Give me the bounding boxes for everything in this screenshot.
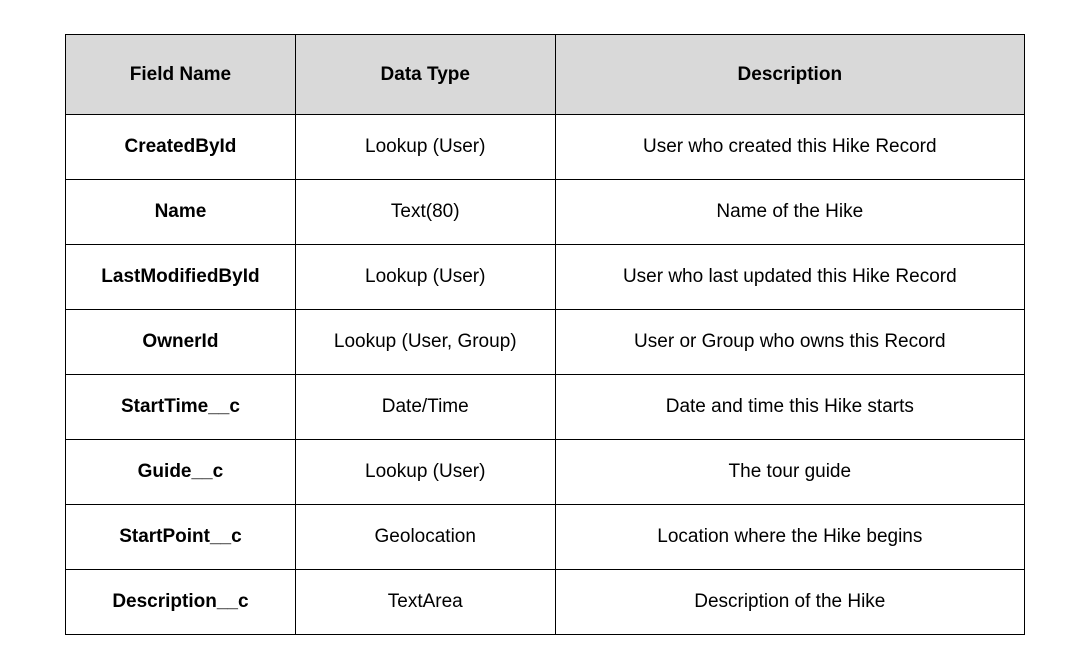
- col-header-data-type: Data Type: [295, 35, 555, 115]
- cell-description: Location where the Hike begins: [555, 505, 1024, 570]
- cell-description: User or Group who owns this Record: [555, 310, 1024, 375]
- cell-data-type: Date/Time: [295, 375, 555, 440]
- cell-data-type: Text(80): [295, 180, 555, 245]
- table-row: Description__c TextArea Description of t…: [66, 570, 1025, 635]
- cell-data-type: Lookup (User): [295, 245, 555, 310]
- cell-field-name: Description__c: [66, 570, 296, 635]
- table-row: StartTime__c Date/Time Date and time thi…: [66, 375, 1025, 440]
- col-header-description: Description: [555, 35, 1024, 115]
- table-header-row: Field Name Data Type Description: [66, 35, 1025, 115]
- cell-description: User who last updated this Hike Record: [555, 245, 1024, 310]
- cell-description: The tour guide: [555, 440, 1024, 505]
- table-row: LastModifiedById Lookup (User) User who …: [66, 245, 1025, 310]
- cell-data-type: Geolocation: [295, 505, 555, 570]
- cell-field-name: Name: [66, 180, 296, 245]
- cell-data-type: Lookup (User): [295, 440, 555, 505]
- cell-description: Date and time this Hike starts: [555, 375, 1024, 440]
- fields-table: Field Name Data Type Description Created…: [65, 34, 1025, 635]
- cell-field-name: LastModifiedById: [66, 245, 296, 310]
- cell-data-type: Lookup (User): [295, 115, 555, 180]
- table-header: Field Name Data Type Description: [66, 35, 1025, 115]
- table-row: Name Text(80) Name of the Hike: [66, 180, 1025, 245]
- col-header-field-name: Field Name: [66, 35, 296, 115]
- cell-field-name: StartPoint__c: [66, 505, 296, 570]
- cell-description: Name of the Hike: [555, 180, 1024, 245]
- cell-data-type: Lookup (User, Group): [295, 310, 555, 375]
- table-body: CreatedById Lookup (User) User who creat…: [66, 115, 1025, 635]
- table-row: CreatedById Lookup (User) User who creat…: [66, 115, 1025, 180]
- table-row: Guide__c Lookup (User) The tour guide: [66, 440, 1025, 505]
- cell-field-name: StartTime__c: [66, 375, 296, 440]
- table-row: OwnerId Lookup (User, Group) User or Gro…: [66, 310, 1025, 375]
- cell-data-type: TextArea: [295, 570, 555, 635]
- table-row: StartPoint__c Geolocation Location where…: [66, 505, 1025, 570]
- cell-field-name: OwnerId: [66, 310, 296, 375]
- cell-description: User who created this Hike Record: [555, 115, 1024, 180]
- cell-field-name: CreatedById: [66, 115, 296, 180]
- cell-field-name: Guide__c: [66, 440, 296, 505]
- cell-description: Description of the Hike: [555, 570, 1024, 635]
